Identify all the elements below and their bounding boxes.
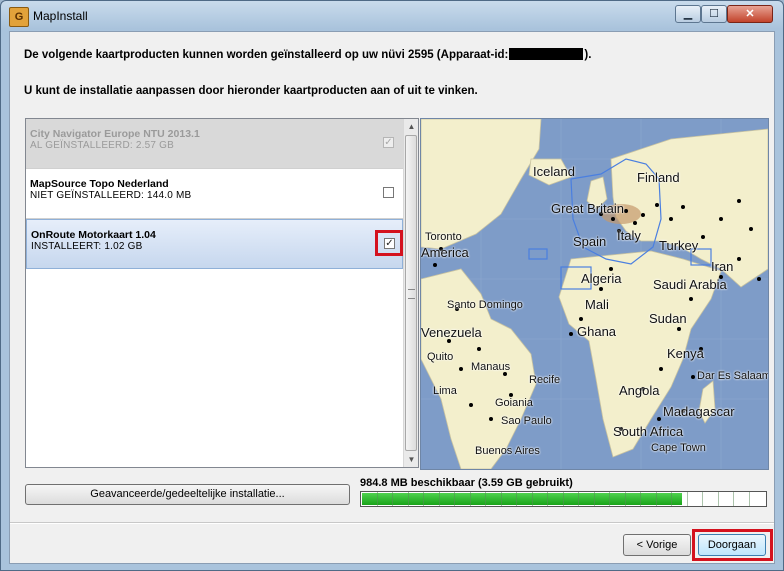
scroll-up-arrow-icon[interactable]: ▲ (404, 119, 418, 134)
minimize-button[interactable]: ▁ (675, 5, 701, 23)
checkbox-highlight-annotation (375, 230, 403, 256)
map-label: Iceland (533, 164, 575, 179)
progress-segment-divider (547, 492, 548, 506)
title-bar[interactable]: G MapInstall ▁ ☐ ✕ (1, 1, 783, 31)
progress-segment-divider (594, 492, 595, 506)
dialog-body: De volgende kaartproducten kunnen worden… (9, 31, 775, 564)
map-label: Sao Paulo (501, 415, 552, 427)
map-label: Recife (529, 374, 561, 386)
map-label: America (421, 245, 469, 260)
product-status: INSTALLEERT: 1.02 GB (31, 241, 143, 252)
progress-segment-divider (470, 492, 471, 506)
scroll-down-arrow-icon[interactable]: ▼ (404, 452, 418, 467)
map-label: Santo Domingo (447, 299, 523, 311)
instruction-device: De volgende kaartproducten kunnen worden… (24, 48, 591, 61)
coverage-map[interactable]: Iceland Finland Great Britain Spain Ital… (420, 118, 769, 470)
advanced-install-button[interactable]: Geavanceerde/gedeeltelijke installatie..… (25, 484, 350, 505)
product-status: AL GEÏNSTALLEERD: 2.57 GB (30, 140, 174, 151)
product-name: City Navigator Europe NTU 2013.1 (30, 128, 200, 140)
progress-segment-divider (671, 492, 672, 506)
map-label: Toronto (425, 231, 462, 243)
map-label: Madagascar (663, 404, 735, 419)
instruction-customize: U kunt de installatie aanpassen door hie… (24, 85, 478, 97)
map-label: Buenos Aires (475, 445, 540, 457)
progress-segment-divider (439, 492, 440, 506)
product-name: MapSource Topo Nederland (30, 178, 169, 190)
app-icon: G (9, 7, 29, 27)
product-item[interactable]: City Navigator Europe NTU 2013.1 AL GEÏN… (26, 119, 403, 169)
map-label: Cape Town (651, 442, 706, 454)
progress-segment-divider (392, 492, 393, 506)
back-button[interactable]: < Vorige (623, 534, 691, 556)
mapinstall-window: G MapInstall ▁ ☐ ✕ De volgende kaartprod… (0, 0, 784, 571)
map-label: Algeria (581, 271, 622, 286)
progress-segment-divider (640, 492, 641, 506)
product-checkbox[interactable]: ✓ (383, 137, 394, 148)
scroll-grip-icon (408, 289, 415, 299)
progress-segment-divider (687, 492, 688, 506)
progress-segment-divider (656, 492, 657, 506)
map-label: Turkey (659, 238, 699, 253)
progress-segment-divider (702, 492, 703, 506)
map-label: Manaus (471, 361, 511, 373)
product-status: NIET GEÏNSTALLEERD: 144.0 MB (30, 190, 192, 201)
progress-segment-divider (733, 492, 734, 506)
map-label: Spain (573, 234, 607, 249)
map-label: Italy (617, 228, 641, 243)
map-label: Kenya (667, 346, 704, 361)
map-label: Quito (427, 351, 454, 363)
map-label: Saudi Arabia (653, 277, 727, 292)
progress-segment-divider (377, 492, 378, 506)
progress-segment-divider (516, 492, 517, 506)
list-scrollbar[interactable]: ▲ ▼ (403, 119, 418, 467)
product-checkbox[interactable] (383, 187, 394, 198)
continue-highlight-annotation (692, 529, 773, 561)
maximize-button[interactable]: ☐ (701, 5, 727, 23)
instruction-device-suffix: ). (584, 49, 592, 61)
progress-segment-divider (485, 492, 486, 506)
product-list: City Navigator Europe NTU 2013.1 AL GEÏN… (25, 118, 419, 468)
progress-segment-divider (749, 492, 750, 506)
map-label: Great Britain (551, 201, 624, 216)
product-name: OnRoute Motorkaart 1.04 (31, 229, 156, 241)
map-label: Sudan (649, 311, 687, 326)
map-label: Finland (637, 170, 680, 185)
scroll-thumb[interactable] (405, 135, 417, 451)
product-item[interactable]: OnRoute Motorkaart 1.04 INSTALLEERT: 1.0… (26, 219, 403, 269)
map-label: South Africa (613, 424, 684, 439)
map-label: Iran (711, 259, 734, 274)
storage-label: 984.8 MB beschikbaar (3.59 GB gebruikt) (360, 477, 573, 489)
progress-segment-divider (501, 492, 502, 506)
progress-segment-divider (609, 492, 610, 506)
progress-segment-divider (532, 492, 533, 506)
progress-segment-divider (718, 492, 719, 506)
map-label: Ghana (577, 324, 617, 339)
map-label: Venezuela (421, 325, 482, 340)
progress-segment-divider (563, 492, 564, 506)
storage-progress-fill (362, 493, 682, 505)
footer-separator (10, 522, 774, 524)
window-title: MapInstall (33, 9, 88, 23)
storage-progress-bar (360, 491, 767, 507)
map-label: Lima (433, 385, 457, 397)
instruction-device-text: De volgende kaartproducten kunnen worden… (24, 49, 509, 61)
progress-segment-divider (454, 492, 455, 506)
product-item[interactable]: MapSource Topo Nederland NIET GEÏNSTALLE… (26, 169, 403, 219)
map-label: Angola (619, 383, 660, 398)
progress-segment-divider (408, 492, 409, 506)
progress-segment-divider (423, 492, 424, 506)
map-label: Goiania (495, 397, 533, 409)
redacted-device-id (509, 48, 584, 60)
progress-segment-divider (578, 492, 579, 506)
progress-segment-divider (625, 492, 626, 506)
map-label: Mali (585, 297, 609, 312)
map-label: Dar Es Salaam (697, 370, 769, 382)
close-button[interactable]: ✕ (727, 5, 773, 23)
